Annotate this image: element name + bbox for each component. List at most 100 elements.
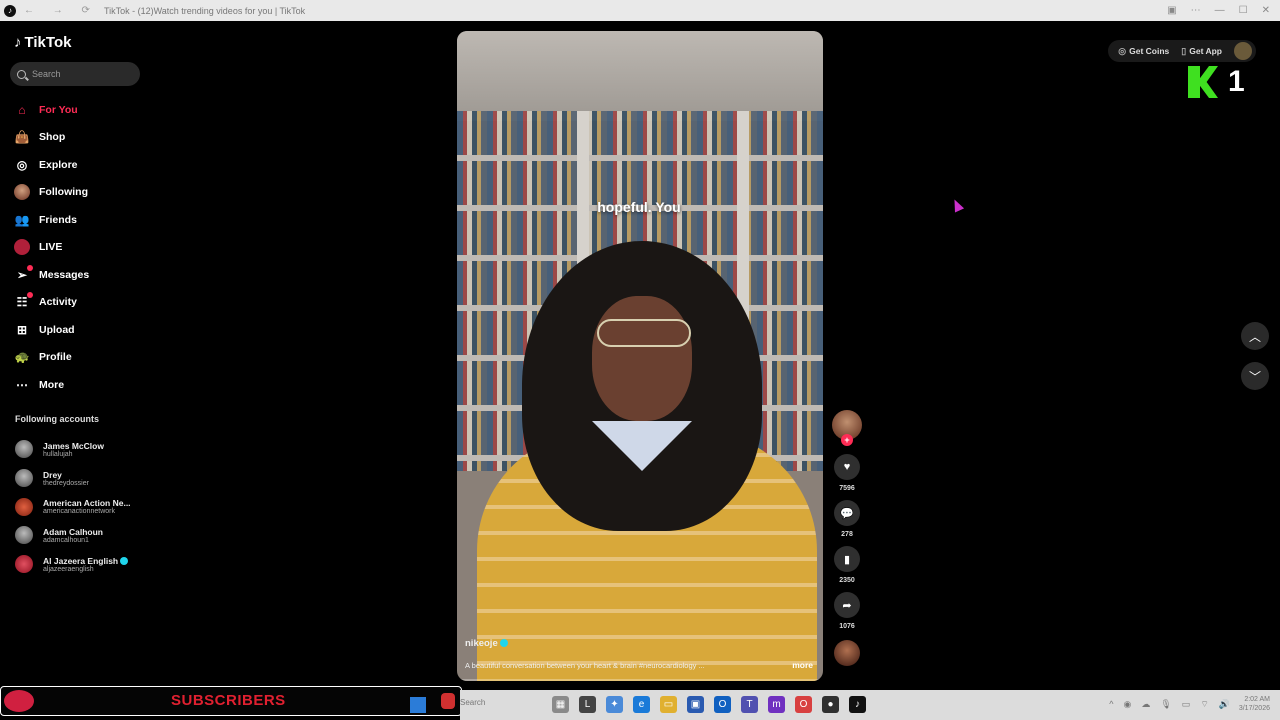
sidebar-item-live[interactable]: LIVE [14, 234, 89, 262]
mic-icon[interactable]: 🎙 [1160, 699, 1171, 710]
avatar [15, 440, 33, 459]
like-action[interactable]: ♥ 7596 [834, 454, 860, 492]
task-view-icon[interactable]: ▦ [552, 696, 569, 713]
notification-badge [27, 264, 33, 271]
list-item[interactable]: American Action Ne... americanactionnetw… [15, 492, 131, 521]
outlook-icon[interactable]: O [714, 696, 731, 713]
cloud-icon[interactable]: ☁ [1141, 699, 1150, 710]
tiktok-note-icon: ♪ [14, 34, 22, 51]
sidebar-item-messages[interactable]: ➢ Messages [14, 261, 89, 289]
video-progress-bar[interactable] [457, 679, 823, 681]
account-handle: adamcalhoun1 [43, 536, 89, 544]
video-frame-ceiling [457, 31, 823, 121]
volume-icon[interactable]: 🔊 [1219, 699, 1230, 710]
sidebar-item-shop[interactable]: 👜 Shop [14, 124, 89, 152]
account-name: Adam Calhoun [43, 526, 103, 537]
account-name: Drey [43, 469, 62, 480]
bookmark-icon[interactable]: ▮ [834, 546, 860, 572]
search-placeholder: Search [32, 69, 61, 79]
display-icon[interactable]: ▭ [1182, 699, 1191, 710]
sidebar-item-activity[interactable]: ☷ Activity [14, 289, 89, 317]
sidebar-item-upload[interactable]: ⊞ Upload [14, 316, 89, 344]
wifi-icon[interactable]: ⌔ [1200, 699, 1208, 710]
list-item[interactable]: Drey thedreydossier [15, 464, 131, 493]
list-item[interactable]: Adam Calhoun adamcalhoun1 [15, 521, 131, 550]
chevron-up-icon[interactable]: ^ [1109, 699, 1113, 710]
paper-plane-icon: ➢ [14, 264, 33, 283]
stream-badge-icon [441, 693, 455, 709]
browser-nav-buttons[interactable]: ← → ⟳ [24, 5, 98, 16]
like-count: 7596 [839, 485, 855, 492]
sidebar-item-label: Upload [39, 323, 75, 336]
copilot-icon[interactable]: ✦ [606, 696, 623, 713]
save-action[interactable]: ▮ 2350 [834, 546, 860, 584]
friends-icon: 👥 [14, 212, 30, 227]
sidebar-item-friends[interactable]: 👥 Friends [14, 206, 89, 234]
windows-start-icon[interactable] [410, 697, 426, 713]
store-icon[interactable]: ▣ [687, 696, 704, 713]
verified-icon [120, 557, 129, 566]
sidebar-item-label: For You [39, 103, 78, 116]
tiktok-app-icon[interactable]: ♪ [849, 696, 866, 713]
follow-plus-icon[interactable]: + [841, 434, 853, 446]
edge-icon[interactable]: e [633, 696, 650, 713]
sidebar-item-more[interactable]: ⋯ More [14, 371, 89, 399]
sidebar-item-profile[interactable]: 🐢 Profile [14, 344, 89, 372]
comment-action[interactable]: 💬 278 [834, 500, 860, 538]
clock-date: 3/17/2026 [1238, 705, 1270, 712]
teams-icon[interactable]: T [741, 696, 758, 713]
account-handle: thedreydossier [43, 479, 89, 487]
more-button[interactable]: more [792, 660, 813, 670]
network-icon[interactable]: ◉ [1124, 699, 1132, 710]
list-item[interactable]: Al Jazeera English aljazeeraenglish [15, 550, 131, 579]
creator-avatar[interactable]: + [832, 410, 862, 446]
get-app-label: Get App [1189, 45, 1222, 56]
account-name-text: Al Jazeera English [43, 555, 119, 566]
share-action[interactable]: ➦ 1076 [834, 592, 860, 630]
maximize-icon[interactable]: ☐ [1239, 5, 1248, 16]
browser-menu-icon[interactable]: ⋯ [1191, 5, 1201, 16]
compass-icon: ◎ [16, 157, 28, 172]
window-title: TikTok - (12)Watch trending videos for y… [103, 5, 306, 16]
terminal-icon[interactable]: L [579, 696, 596, 713]
comment-icon[interactable]: 💬 [834, 500, 860, 526]
share-icon[interactable]: ➦ [834, 592, 860, 618]
avatar[interactable] [1234, 42, 1252, 60]
search-input[interactable]: Search [10, 62, 140, 86]
previous-video-button[interactable]: ︿ [1241, 322, 1269, 350]
taskbar-search[interactable]: Search [460, 698, 485, 707]
app-icon[interactable]: ● [822, 696, 839, 713]
subscribers-overlay: SUBSCRIBERS [0, 686, 462, 716]
file-explorer-icon[interactable]: ▭ [660, 696, 677, 713]
video-author[interactable]: nikeoje [465, 638, 508, 649]
sidebar-toggle-icon[interactable]: ▣ [1167, 5, 1176, 16]
get-coins-button[interactable]: ◎ Get Coins [1118, 46, 1169, 57]
sidebar-item-explore[interactable]: ◎ Explore [14, 151, 89, 179]
sidebar-item-following[interactable]: Following [14, 179, 89, 207]
account-handle: aljazeeraenglish [43, 565, 94, 573]
minimize-icon[interactable]: — [1215, 5, 1225, 16]
close-icon[interactable]: ✕ [1262, 5, 1270, 16]
sidebar-item-for-you[interactable]: ⌂ For You [14, 96, 89, 124]
tiktok-logo[interactable]: ♪ TikTok [14, 34, 71, 51]
list-item[interactable]: James McClow hullalujah [15, 435, 131, 464]
following-accounts-heading: Following accounts [15, 414, 100, 424]
heart-icon[interactable]: ♥ [834, 454, 860, 480]
next-video-button[interactable]: ﹀ [1241, 362, 1269, 390]
video-player[interactable]: hopeful. You nikeoje A beautiful convers… [457, 31, 823, 681]
video-frame-glasses [597, 319, 691, 347]
tiktok-favicon-icon: ♪ [4, 4, 16, 17]
get-coins-label: Get Coins [1129, 45, 1170, 56]
ellipsis-icon: ⋯ [16, 377, 28, 392]
sidebar-item-label: LIVE [39, 241, 63, 254]
profile-avatar-icon: 🐢 [14, 350, 30, 365]
verified-icon [499, 639, 508, 648]
music-disc-icon[interactable] [834, 640, 860, 666]
get-app-button[interactable]: ▯ Get App [1181, 46, 1222, 57]
browser-titlebar: ♪ ← → ⟳ TikTok - (12)Watch trending vide… [0, 0, 1280, 21]
messenger-icon[interactable]: m [768, 696, 785, 713]
opera-icon[interactable]: O [795, 696, 812, 713]
avatar [15, 497, 33, 516]
taskbar-clock[interactable]: 2:02 AM 3/17/2026 [1239, 695, 1270, 713]
sidebar-item-label: Messages [39, 268, 90, 281]
